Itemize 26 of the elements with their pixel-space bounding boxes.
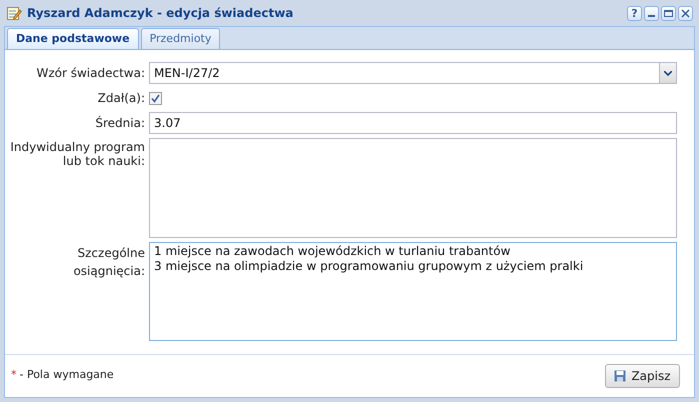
maximize-icon	[664, 10, 673, 16]
pencil-document-icon	[6, 5, 22, 21]
field-label: Zdał(a):	[96, 90, 146, 107]
window-title: Ryszard Adamczyk - edycja świadectwa	[27, 5, 294, 22]
field-label: Wzór świadectwa:	[35, 65, 146, 82]
help-button[interactable]: ?	[627, 6, 642, 20]
template-dropdown[interactable]: MEN-I/27/2	[149, 62, 677, 84]
field-label: Indywidualny program lub tok nauki:	[9, 139, 146, 168]
minimize-button[interactable]	[644, 6, 659, 20]
average-field[interactable]: 3.07	[149, 112, 677, 134]
field-label: Szczególne osiągnięcia:	[72, 245, 146, 280]
dropdown-value: MEN-I/27/2	[153, 65, 221, 82]
achievements-textarea[interactable]: 1 miejsce na zawodach wojewódzkich w turlaniu trabantów 3 miejsce na olimpiadzie w programowaniu grupowym z użyciem pralki	[149, 242, 677, 341]
save-button[interactable]: Zapisz	[605, 364, 680, 388]
close-button[interactable]	[678, 6, 693, 20]
required-note: - Pola wymagane	[20, 367, 115, 384]
tab[interactable]: Przedmioty	[140, 28, 220, 49]
checkbox[interactable]	[149, 92, 162, 104]
tab[interactable]: Dane podstawowe	[7, 28, 139, 49]
check-icon	[151, 94, 160, 102]
close-icon	[681, 8, 690, 18]
minimize-icon	[648, 14, 655, 16]
chevron-down-icon	[664, 70, 672, 76]
required-mark: *	[11, 367, 16, 384]
maximize-button[interactable]	[661, 6, 676, 20]
field-label: Średnia:	[94, 114, 146, 132]
